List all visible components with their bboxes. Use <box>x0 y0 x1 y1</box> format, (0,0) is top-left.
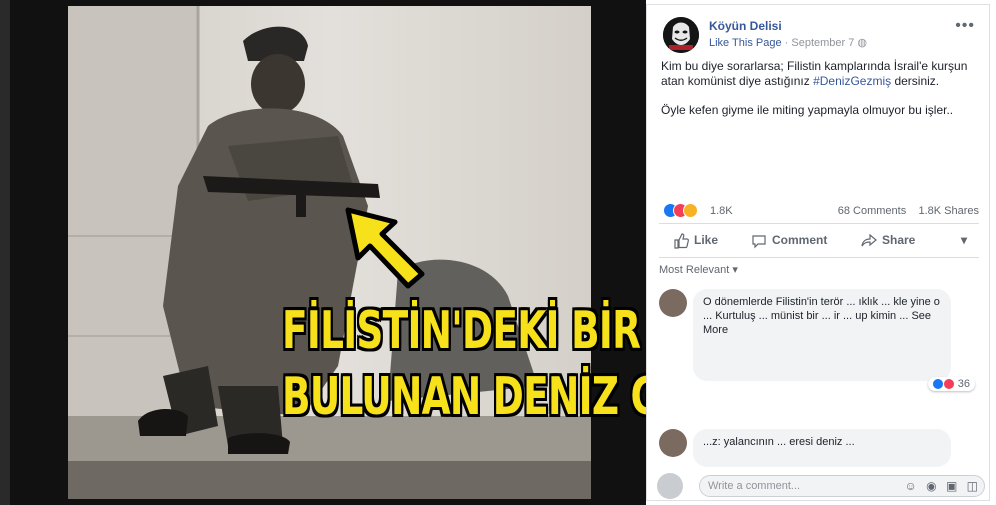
thumbs-up-icon <box>674 233 689 249</box>
comments-count[interactable]: 68 Comments <box>838 205 906 217</box>
comment-label: Comment <box>772 233 828 248</box>
facebook-post-panel: Köyün Delisi Like This Page · September … <box>646 4 990 501</box>
sticker-icon[interactable]: ◫ <box>967 479 978 493</box>
shares-count[interactable]: 1.8K Shares <box>918 205 979 217</box>
comment-reactions[interactable]: 36 <box>927 377 975 391</box>
commenter-avatar[interactable] <box>659 289 687 317</box>
comments-shares: 68 Comments 1.8K Shares <box>838 205 979 217</box>
post-header: Köyün Delisi Like This Page · September … <box>657 15 981 55</box>
share-options-caret-icon[interactable]: ▾ <box>961 233 967 247</box>
divider-top <box>659 223 979 224</box>
screenshot-frame: FİLİSTİN'DEKİ BİR KAMPTA BULUNAN DENİZ G… <box>0 0 996 505</box>
post-date[interactable]: September 7 <box>791 37 854 49</box>
hashtag-link[interactable]: #DenizGezmiş <box>813 74 891 88</box>
love-reaction-icon <box>943 379 954 390</box>
comment-sort-dropdown[interactable]: Most Relevant ▾ <box>659 263 738 276</box>
reaction-icons[interactable] <box>663 203 707 219</box>
page-avatar[interactable] <box>663 17 699 53</box>
gif-icon[interactable]: ▣ <box>946 479 957 493</box>
share-label: Share <box>882 233 916 248</box>
divider-bottom <box>659 257 979 258</box>
comment-text: O dönemlerde Filistin'in terör ... ıklık… <box>703 296 940 336</box>
comment-input[interactable]: Write a comment... ☺ ◉ ▣ ◫ <box>699 475 985 497</box>
page-name-link[interactable]: Köyün Delisi <box>709 19 782 33</box>
comment-text: ...z: yalancının ... eresi deniz ... <box>703 436 855 448</box>
share-icon <box>861 233 877 247</box>
sad-reaction-icon <box>683 203 698 218</box>
post-paragraph-2: Öyle kefen giyme ile miting yapmayla olm… <box>661 103 954 117</box>
mask-avatar-icon <box>663 17 699 53</box>
post-meta: Like This Page · September 7 ◍ <box>709 36 867 49</box>
comment-bubble: ...z: yalancının ... eresi deniz ... <box>693 429 951 467</box>
reactions-bar: 1.8K 68 Comments 1.8K Shares <box>663 203 979 221</box>
comment-reaction-count: 36 <box>957 378 970 390</box>
like-reaction-icon <box>932 379 943 390</box>
camera-icon[interactable]: ◉ <box>926 479 936 493</box>
comment-icon <box>752 235 766 249</box>
post-paragraph-1: Kim bu diye sorarlarsa; Filistin kamplar… <box>661 59 981 89</box>
comment-item-2: ...z: yalancının ... eresi deniz ... <box>659 429 979 469</box>
composer-icons: ☺ ◉ ▣ ◫ <box>899 479 978 493</box>
left-edge-strip <box>0 0 10 505</box>
current-user-avatar <box>657 473 683 499</box>
post-body: Kim bu diye sorarlarsa; Filistin kamplar… <box>661 59 981 132</box>
commenter-avatar[interactable] <box>659 429 687 457</box>
post-text-part2: dersiniz. <box>891 74 940 88</box>
like-page-link[interactable]: Like This Page <box>709 37 782 49</box>
post-actions: Like Comment Share ▾ <box>659 229 979 257</box>
post-options-icon[interactable]: ••• <box>955 17 975 35</box>
like-button[interactable]: Like <box>673 233 718 249</box>
comment-bubble: O dönemlerde Filistin'in terör ... ıklık… <box>693 289 951 381</box>
emoji-icon[interactable]: ☺ <box>905 479 917 493</box>
count-spacer <box>909 205 915 217</box>
share-button[interactable]: Share <box>861 233 915 249</box>
like-label: Like <box>694 233 719 248</box>
comment-placeholder: Write a comment... <box>708 480 801 492</box>
reaction-count[interactable]: 1.8K <box>710 205 733 217</box>
comment-item-1: O dönemlerde Filistin'in terör ... ıklık… <box>659 289 979 391</box>
arrow-icon <box>345 207 425 289</box>
comment-button[interactable]: Comment <box>751 233 827 249</box>
globe-icon: ◍ <box>857 37 868 49</box>
